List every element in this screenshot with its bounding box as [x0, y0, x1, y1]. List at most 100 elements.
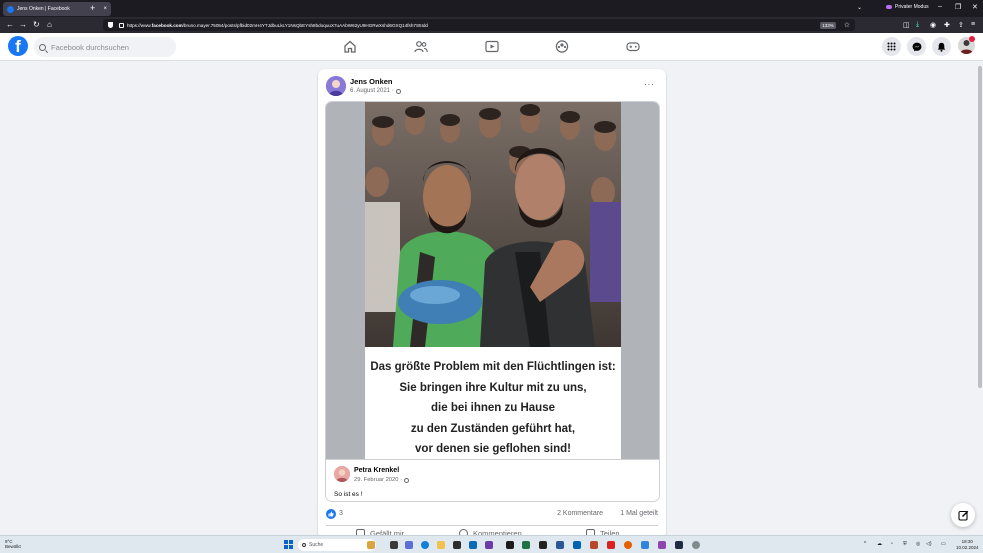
share-count[interactable]: 1 Mal geteilt: [620, 510, 658, 517]
mail-icon[interactable]: [469, 541, 477, 549]
image-text-line: die bei ihnen zu Hause: [431, 402, 555, 414]
powerpoint-icon[interactable]: [590, 541, 598, 549]
shared-post-timestamp[interactable]: 29. Februar 2020 ·: [354, 477, 410, 483]
like-reaction-icon[interactable]: [326, 509, 336, 519]
new-message-button[interactable]: [951, 503, 975, 527]
taskbar-widget-icon[interactable]: [367, 541, 375, 549]
facebook-logo[interactable]: f: [8, 36, 28, 56]
firefox-icon[interactable]: [624, 541, 632, 549]
like-count[interactable]: 3: [339, 510, 343, 517]
post-card: Jens Onken 6. August 2021 · ··· Das größ…: [318, 69, 666, 539]
crowd-photo-image: [365, 102, 621, 347]
app-menu-icon[interactable]: ≡: [971, 21, 975, 28]
account-icon[interactable]: ◉: [930, 21, 936, 29]
weather-widget[interactable]: 9°C Bewölkt: [5, 539, 21, 549]
word-icon[interactable]: [556, 541, 564, 549]
back-arrow-icon[interactable]: ←: [6, 20, 14, 30]
image-text-line: vor denen sie geflohen sind!: [415, 443, 571, 455]
windows-start-icon[interactable]: [284, 540, 293, 549]
gaming-nav-icon[interactable]: [626, 40, 640, 53]
grid-icon: [887, 42, 896, 51]
author-avatar[interactable]: [326, 76, 346, 96]
tray-network-icon[interactable]: ◎: [916, 541, 920, 547]
restore-button[interactable]: ❐: [955, 3, 961, 11]
groups-nav-icon[interactable]: [555, 40, 569, 53]
messenger-button[interactable]: [907, 37, 926, 56]
lock-icon[interactable]: [119, 22, 124, 28]
shared-post[interactable]: Das größte Problem mit den Flüchtlingen …: [325, 101, 660, 502]
facebook-favicon-icon: [7, 5, 14, 13]
watch-nav-icon[interactable]: [485, 40, 499, 53]
app-icon[interactable]: [658, 541, 666, 549]
globe-icon: [395, 88, 401, 94]
author-picture-icon: [326, 76, 346, 96]
teams-icon[interactable]: [405, 541, 413, 549]
dropbox-icon[interactable]: [506, 541, 514, 549]
post-timestamp[interactable]: 6. August 2021 ·: [350, 88, 401, 94]
bell-icon: [937, 42, 946, 52]
app-icon[interactable]: [641, 541, 649, 549]
facebook-search[interactable]: [34, 37, 176, 57]
new-tab-button[interactable]: +: [90, 3, 95, 13]
private-mode-indicator: Privater Modus: [886, 4, 929, 10]
tray-security-icon[interactable]: ⛨: [903, 541, 907, 547]
url-text[interactable]: https://www.facebook.com/bruno.mayer.750…: [127, 23, 820, 28]
edge-icon[interactable]: [421, 541, 429, 549]
home-nav-icon[interactable]: [343, 40, 357, 53]
image-text-line: Das größte Problem mit den Flüchtlingen …: [370, 361, 616, 373]
post-author-name[interactable]: Jens Onken: [350, 77, 393, 86]
menu-grid-button[interactable]: [882, 37, 901, 56]
shared-author-picture-icon: [334, 466, 350, 482]
tray-battery-icon[interactable]: ▭: [941, 541, 946, 547]
image-text-line: zu den Zuständen geführt hat,: [410, 422, 576, 435]
minimize-button[interactable]: –: [938, 3, 942, 10]
address-bar[interactable]: https://www.facebook.com/bruno.mayer.750…: [103, 19, 855, 31]
settings-icon[interactable]: [692, 541, 700, 549]
home-icon[interactable]: ⌂: [47, 20, 52, 30]
share-icon[interactable]: ⇪: [958, 21, 964, 29]
shared-author-avatar[interactable]: [334, 466, 350, 482]
tracking-shield-icon[interactable]: [108, 22, 113, 28]
search-icon: [302, 543, 306, 547]
acrobat-icon[interactable]: [607, 541, 615, 549]
browser-tab-bar: Jens Onken | Facebook × + ⌄ Privater Mod…: [0, 0, 983, 17]
tray-cloud-icon[interactable]: ☁: [877, 541, 882, 547]
list-tabs-button[interactable]: ⌄: [857, 4, 862, 11]
shared-photo[interactable]: [365, 102, 621, 347]
file-explorer-icon[interactable]: [437, 541, 445, 549]
outlook-icon[interactable]: [573, 541, 581, 549]
downloads-icon[interactable]: ⤓: [916, 21, 919, 29]
tray-onedrive-icon[interactable]: ◔: [890, 541, 893, 547]
private-mode-label: Privater Modus: [895, 4, 929, 10]
excel-icon[interactable]: [522, 541, 530, 549]
tray-volume-icon[interactable]: ◁): [926, 541, 932, 547]
search-input[interactable]: [51, 42, 161, 52]
taskbar-clock[interactable]: 18:30 10.02.2024: [956, 539, 979, 551]
messenger-icon: [912, 42, 921, 51]
bookmark-star-icon[interactable]: ☆: [844, 21, 850, 29]
friends-nav-icon[interactable]: [414, 40, 428, 53]
tab-close-button[interactable]: ×: [103, 6, 107, 12]
reload-icon[interactable]: ↻: [33, 20, 40, 30]
extensions-icon[interactable]: ✚: [944, 21, 950, 29]
zoom-level-badge[interactable]: 133%: [820, 21, 836, 29]
compose-icon: [957, 510, 968, 521]
forward-arrow-icon[interactable]: →: [19, 20, 27, 30]
comment-count[interactable]: 2 Kommentare: [557, 510, 603, 517]
photoshop-icon[interactable]: [675, 541, 683, 549]
app-icon[interactable]: [485, 541, 493, 549]
pocket-icon[interactable]: ◫: [903, 21, 910, 29]
private-mask-icon: [886, 5, 892, 9]
store-icon[interactable]: [453, 541, 461, 549]
globe-icon: [404, 477, 410, 483]
shared-post-footer: Petra Krenkel 29. Februar 2020 · So ist …: [326, 459, 659, 501]
scrollbar-thumb[interactable]: [978, 66, 982, 388]
tray-chevron-icon[interactable]: ^: [864, 541, 866, 547]
post-options-button[interactable]: ···: [644, 79, 655, 89]
shared-author-name[interactable]: Petra Krenkel: [354, 467, 399, 474]
notifications-button[interactable]: [932, 37, 951, 56]
taskbar-search[interactable]: Suche: [298, 539, 376, 551]
close-window-button[interactable]: ✕: [972, 3, 978, 11]
task-view-icon[interactable]: [390, 541, 398, 549]
terminal-icon[interactable]: [539, 541, 547, 549]
